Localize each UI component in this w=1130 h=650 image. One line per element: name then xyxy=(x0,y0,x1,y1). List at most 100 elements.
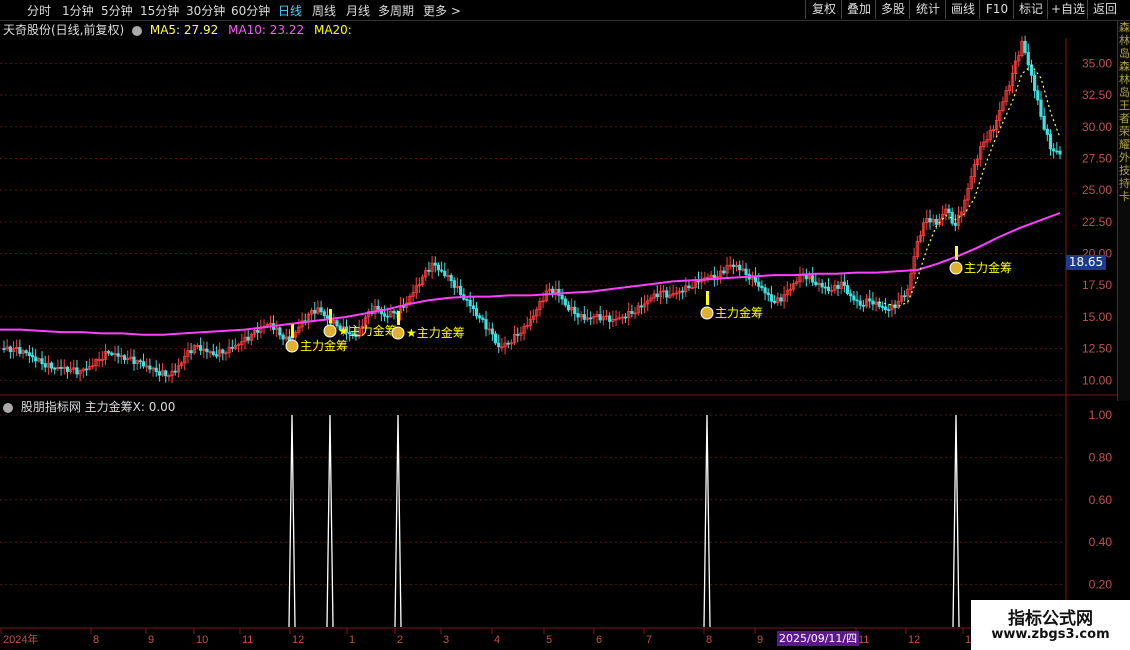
candle-body xyxy=(887,309,891,311)
candle-body xyxy=(639,305,644,308)
indicator-spikes xyxy=(288,414,960,628)
candle-body xyxy=(459,285,463,296)
x-tick-label: 4 xyxy=(494,634,500,646)
candle-body xyxy=(1036,90,1040,101)
candle-body xyxy=(560,294,564,300)
candle-body xyxy=(883,306,888,310)
x-tick-label: 2 xyxy=(397,634,403,646)
money-bag-icon xyxy=(391,326,405,340)
candle-body xyxy=(484,319,488,330)
chart-canvas[interactable]: 主力金筹★主力金筹 ★主力金筹主力金筹主力金筹 35.0032.5030.0027… xyxy=(0,0,1130,650)
indicator-tick-label: 0.20 xyxy=(1089,578,1113,592)
candle-body xyxy=(855,299,859,302)
candle-body xyxy=(1048,134,1053,150)
money-bag-icon xyxy=(700,306,714,320)
ma10-label: MA10: 23.22 xyxy=(228,23,305,37)
stock-title: 天奇股份(日线,前复权) xyxy=(3,23,125,37)
candle-body xyxy=(138,360,142,363)
candle-body xyxy=(769,294,774,302)
candle-body xyxy=(27,352,31,356)
candle-body xyxy=(49,362,54,369)
x-tick-label: 11 xyxy=(858,634,869,646)
candle-body xyxy=(1058,150,1062,155)
candle-body xyxy=(849,293,853,297)
candle-body xyxy=(566,304,571,311)
candle-body xyxy=(452,280,456,288)
candle-body xyxy=(75,367,79,375)
signal-bar xyxy=(397,311,400,325)
indicator-spike xyxy=(394,414,402,628)
side-char: 岛 xyxy=(1119,86,1130,99)
candle-body xyxy=(766,292,770,296)
settings-circle-icon[interactable] xyxy=(3,402,13,413)
candle-body xyxy=(738,264,742,271)
candle-body xyxy=(516,333,520,336)
signal-label: 主力金筹 xyxy=(300,338,348,353)
candle-body xyxy=(763,287,767,294)
candle-body xyxy=(141,361,146,367)
candle-body xyxy=(481,317,485,320)
candle-body xyxy=(30,355,35,358)
candle-body xyxy=(573,306,577,314)
price-tick-label: 32.50 xyxy=(1082,88,1112,102)
price-tick-label: 22.50 xyxy=(1082,215,1112,229)
side-char: 卡 xyxy=(1119,190,1130,203)
candle-body xyxy=(760,285,764,289)
signal-markers: 主力金筹★主力金筹 ★主力金筹主力金筹主力金筹 xyxy=(285,246,1012,353)
x-tick-label: 12 xyxy=(292,634,304,646)
candle-body xyxy=(84,368,89,371)
side-char: 林 xyxy=(1119,34,1130,47)
candle-body xyxy=(630,310,634,314)
candle-body xyxy=(490,328,494,335)
side-info-strip[interactable]: 森 林 岛 森 林 岛 王 者 荣 耀 外 技 持 卡 xyxy=(1117,21,1130,401)
candle-body xyxy=(8,346,12,353)
candle-body xyxy=(623,316,628,319)
x-tick-label: 7 xyxy=(646,634,652,646)
candle-body xyxy=(221,349,225,354)
candle-body xyxy=(148,365,152,370)
candle-body xyxy=(246,336,250,341)
candle-body xyxy=(281,334,285,340)
candle-body xyxy=(278,327,282,336)
signal-bar xyxy=(291,324,294,338)
side-char: 耀 xyxy=(1119,138,1130,151)
watermark-title: 指标公式网 xyxy=(1008,609,1093,629)
axes: 35.0032.5030.0027.5025.0022.5020.0017.50… xyxy=(0,56,1113,646)
candle-body xyxy=(823,286,827,289)
x-tick-label: 12 xyxy=(908,634,920,646)
side-char: 外 xyxy=(1119,151,1130,164)
candle-body xyxy=(953,222,957,226)
side-char: 森 xyxy=(1119,60,1130,73)
price-tick-label: 27.50 xyxy=(1082,151,1112,165)
signal-label: 主力金筹 xyxy=(715,305,763,320)
candle-body xyxy=(868,298,872,302)
x-tick-label: 8 xyxy=(93,634,99,646)
x-tick-label: 11 xyxy=(242,634,253,646)
candle-body xyxy=(319,307,323,313)
candle-body xyxy=(433,262,437,266)
signal-label: 主力金筹 xyxy=(964,260,1012,275)
candle-body xyxy=(173,370,177,373)
candle-body xyxy=(928,218,932,223)
side-char: 持 xyxy=(1119,177,1130,190)
candle-body xyxy=(598,314,602,321)
candle-body xyxy=(59,366,63,369)
candle-body xyxy=(861,304,865,307)
candle-body xyxy=(392,310,396,314)
candle-body xyxy=(826,286,831,292)
candle-body xyxy=(199,345,203,351)
candle-body xyxy=(681,290,685,293)
money-bag-icon xyxy=(323,324,337,338)
price-tick-label: 17.50 xyxy=(1082,278,1112,292)
x-tick-label: 3 xyxy=(443,634,449,646)
candle-body xyxy=(449,275,453,282)
candle-body xyxy=(493,333,498,344)
indicator-tick-label: 0.40 xyxy=(1089,535,1113,549)
candle-body xyxy=(858,300,862,306)
candle-body xyxy=(18,347,22,354)
candle-body xyxy=(842,281,846,286)
candle-body xyxy=(1023,40,1027,53)
settings-circle-icon[interactable] xyxy=(132,25,143,36)
price-tick-label: 10.00 xyxy=(1082,373,1112,387)
candle-body xyxy=(563,298,567,306)
